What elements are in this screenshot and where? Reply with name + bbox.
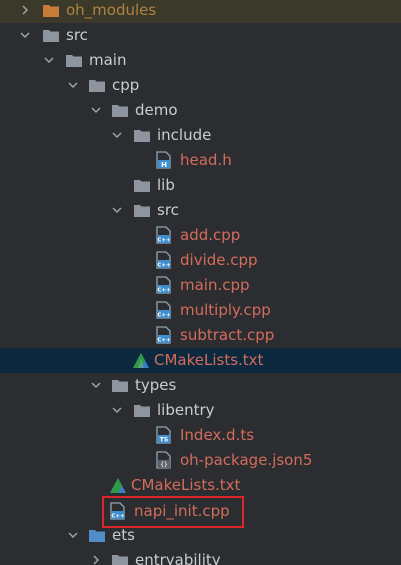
tree-item-head-h[interactable]: H head.h: [0, 148, 401, 173]
tree-item-label: main.cpp: [180, 276, 250, 294]
tree-item-index-d-ts[interactable]: TS Index.d.ts: [0, 423, 401, 448]
tree-item-label: lib: [157, 176, 175, 194]
tree-item-ets[interactable]: ets: [0, 523, 401, 548]
tree-item-label: entryability: [135, 551, 221, 565]
tree-item-label: oh-package.json5: [180, 451, 313, 469]
folder-icon: [134, 205, 150, 217]
folder-icon: [112, 555, 128, 565]
project-tree: oh_modules src main cpp demo include H h…: [0, 0, 401, 565]
cpp-file-icon: C++: [156, 301, 171, 319]
folder-icon: [134, 130, 150, 142]
ts-badge-text: TS: [160, 437, 168, 444]
folder-icon: [89, 80, 105, 92]
cpp-badge-text: C++: [157, 288, 171, 294]
folder-icon: [43, 30, 59, 42]
cmake-icon: [133, 353, 149, 368]
folder-icon: [134, 180, 150, 192]
tree-item-cmakelists-cpp[interactable]: CMakeLists.txt: [0, 473, 401, 498]
folder-icon: [112, 105, 128, 117]
chevron-down-icon[interactable]: [89, 103, 103, 117]
tree-item-label: add.cpp: [180, 226, 241, 244]
tree-item-entryability[interactable]: entryability: [0, 548, 401, 565]
chevron-down-icon[interactable]: [89, 378, 103, 392]
tree-item-label: oh_modules: [66, 1, 157, 19]
tree-item-cmakelists-demo[interactable]: CMakeLists.txt: [0, 348, 401, 373]
chevron-down-icon[interactable]: [42, 53, 56, 67]
tree-item-demo[interactable]: demo: [0, 98, 401, 123]
tree-item-divide-cpp[interactable]: C++ divide.cpp: [0, 248, 401, 273]
tree-item-label: types: [135, 376, 177, 394]
tree-item-label: multiply.cpp: [180, 301, 271, 319]
cpp-badge-text: C++: [157, 313, 171, 319]
cpp-badge-text: C++: [157, 338, 171, 344]
chevron-right-icon[interactable]: [89, 553, 103, 565]
tree-item-lib[interactable]: lib: [0, 173, 401, 198]
chevron-down-icon[interactable]: [66, 78, 80, 92]
tree-item-libentry[interactable]: libentry: [0, 398, 401, 423]
folder-icon: [43, 5, 59, 17]
folder-icon: [134, 405, 150, 417]
folder-icon: [112, 380, 128, 392]
tree-item-label: CMakeLists.txt: [131, 476, 241, 494]
cpp-file-icon: C++: [156, 226, 171, 244]
cmake-icon: [110, 478, 126, 493]
tree-item-main-cpp[interactable]: C++ main.cpp: [0, 273, 401, 298]
json-file-icon: {}: [156, 451, 171, 469]
cpp-badge-text: C++: [157, 263, 171, 269]
chevron-right-icon[interactable]: [18, 3, 32, 17]
tree-item-label: libentry: [157, 401, 215, 419]
tree-item-label: Index.d.ts: [180, 426, 255, 444]
tree-item-cpp[interactable]: cpp: [0, 73, 401, 98]
tree-item-label: subtract.cpp: [180, 326, 275, 344]
tree-item-types[interactable]: types: [0, 373, 401, 398]
tree-item-label: divide.cpp: [180, 251, 258, 269]
chevron-down-icon[interactable]: [110, 403, 124, 417]
tree-item-label: include: [157, 126, 212, 144]
tree-item-label: CMakeLists.txt: [154, 351, 264, 369]
chevron-down-icon[interactable]: [18, 28, 32, 42]
tree-item-src-inner[interactable]: src: [0, 198, 401, 223]
tree-item-multiply-cpp[interactable]: C++ multiply.cpp: [0, 298, 401, 323]
tree-item-oh-package-json5[interactable]: {} oh-package.json5: [0, 448, 401, 473]
tree-item-label: main: [89, 51, 127, 69]
source-folder-icon: [89, 530, 105, 542]
tree-item-add-cpp[interactable]: C++ add.cpp: [0, 223, 401, 248]
cpp-file-icon: C++: [156, 276, 171, 294]
folder-icon: [66, 55, 82, 67]
tree-item-src[interactable]: src: [0, 23, 401, 48]
typescript-file-icon: TS: [156, 426, 171, 444]
tree-item-label: ets: [112, 526, 135, 544]
tree-item-main[interactable]: main: [0, 48, 401, 73]
tree-item-include[interactable]: include: [0, 123, 401, 148]
chevron-down-icon[interactable]: [110, 128, 124, 142]
chevron-down-icon[interactable]: [110, 203, 124, 217]
tree-item-subtract-cpp[interactable]: C++ subtract.cpp: [0, 323, 401, 348]
tree-item-label: demo: [135, 101, 178, 119]
tree-item-label: head.h: [180, 151, 232, 169]
tree-item-oh-modules[interactable]: oh_modules: [0, 0, 401, 23]
tree-item-label: cpp: [112, 76, 140, 94]
cpp-file-icon: C++: [156, 251, 171, 269]
tree-item-label: src: [66, 26, 88, 44]
cpp-file-icon: C++: [156, 326, 171, 344]
header-badge-text: H: [161, 161, 167, 169]
header-file-icon: H: [156, 151, 171, 169]
json-badge-text: {}: [160, 462, 168, 469]
chevron-down-icon[interactable]: [66, 528, 80, 542]
cpp-badge-text: C++: [157, 238, 171, 244]
tree-item-label: src: [157, 201, 179, 219]
